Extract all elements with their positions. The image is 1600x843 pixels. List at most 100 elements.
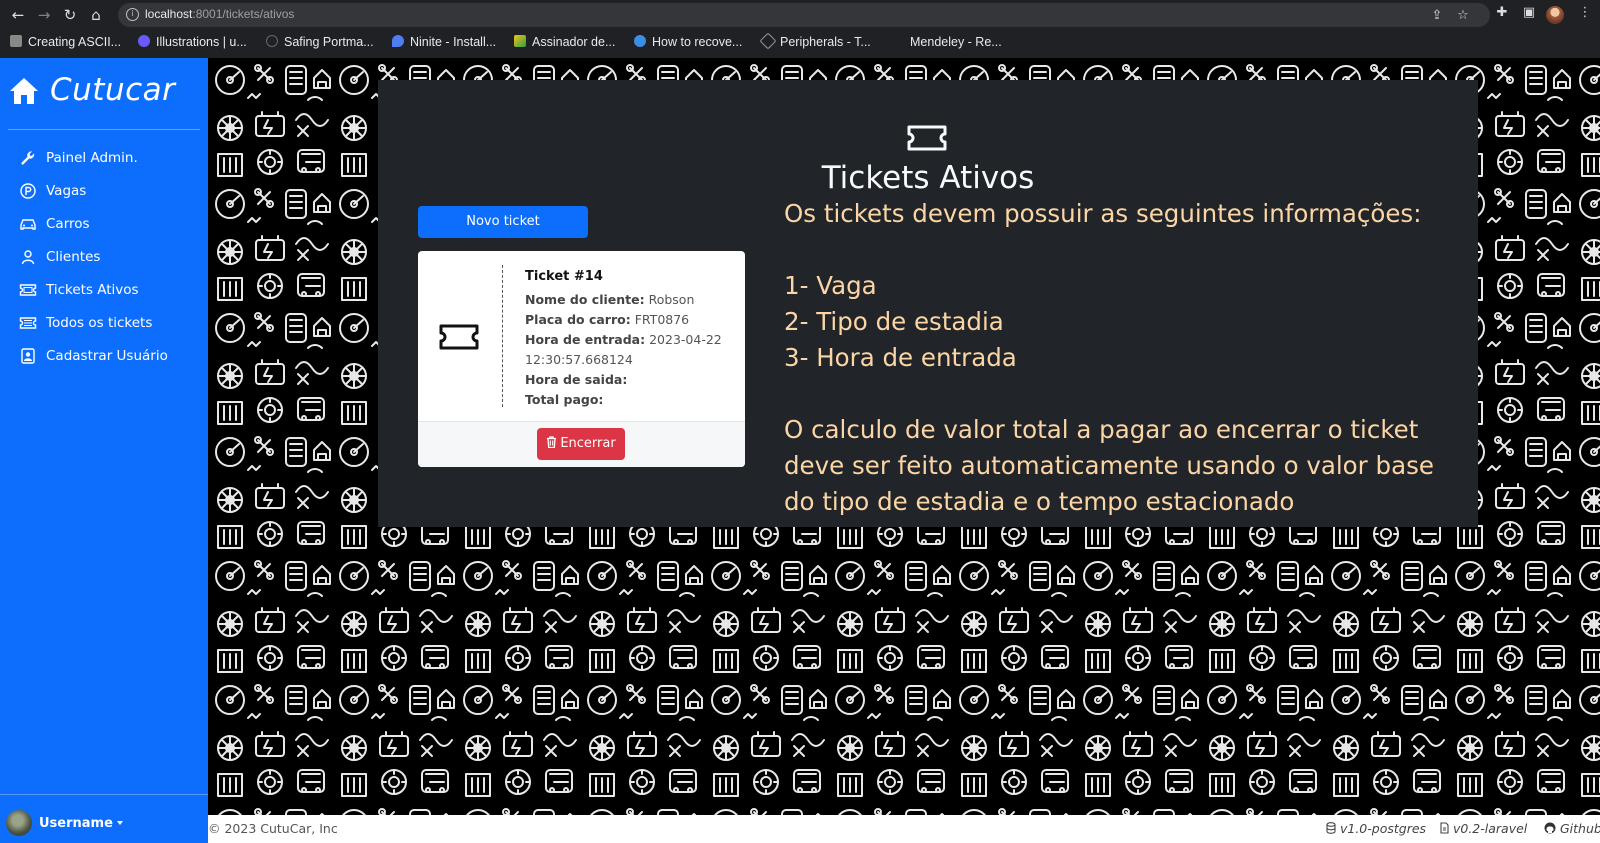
info-intro: Os tickets devem possuir as seguintes in…	[784, 199, 1422, 228]
trash-icon	[547, 436, 557, 449]
side-panel-icon[interactable]: ▣	[1520, 5, 1538, 20]
sidebar-item-painel-admin[interactable]: Painel Admin.	[18, 145, 138, 171]
plate-value: FRT0876	[634, 312, 690, 327]
sidebar-item-label: Cadastrar Usuário	[46, 348, 168, 364]
browser-toolbar: ← → ↻ ⌂ i localhost:8001/tickets/ativos …	[0, 0, 1600, 30]
sidebar-item-label: Carros	[46, 216, 90, 232]
exit-label: Hora de saida:	[525, 372, 628, 387]
sidebar-item-carros[interactable]: Carros	[18, 211, 90, 237]
end-ticket-label: Encerrar	[560, 436, 616, 451]
bookmark-favicon-icon	[392, 35, 404, 47]
new-ticket-button[interactable]: Novo ticket	[418, 206, 588, 238]
brand-name: Cutucar	[50, 72, 176, 108]
share-icon[interactable]: ⇪	[1429, 8, 1445, 23]
bookmark-favicon-icon	[10, 35, 22, 47]
site-info-icon[interactable]: i	[126, 8, 139, 21]
page-title: Tickets Ativos	[821, 160, 1035, 196]
github-icon	[1544, 822, 1556, 834]
paid-row: Total pago:	[525, 390, 735, 410]
ticket-icon	[439, 324, 479, 350]
app-version[interactable]: v0.2-laravel	[1440, 821, 1527, 836]
reload-icon[interactable]: ↻	[60, 5, 80, 25]
menu-icon[interactable]: ⋮	[1576, 5, 1594, 20]
info-item: 2- Tipo de estadia	[784, 307, 1004, 336]
ticket-icon	[907, 125, 947, 151]
paid-label: Total pago:	[525, 392, 604, 407]
back-icon[interactable]: ←	[8, 5, 28, 25]
client-value: Robson	[648, 292, 695, 307]
bookmark-favicon-icon	[514, 35, 526, 47]
exit-row: Hora de saida:	[525, 370, 735, 390]
info-text: Os tickets devem possuir as seguintes in…	[784, 196, 1464, 520]
chevron-down-icon	[116, 821, 123, 825]
bookmark-item[interactable]: How to recove...	[634, 35, 742, 49]
url-text[interactable]: localhost:8001/tickets/ativos	[145, 7, 294, 21]
house-icon	[10, 78, 38, 104]
sidebar-item-label: Tickets Ativos	[46, 282, 139, 298]
info-item: 1- Vaga	[784, 271, 877, 300]
bookmark-item[interactable]: Creating ASCII...	[10, 35, 121, 49]
info-note: O calculo de valor total a pagar ao ence…	[784, 415, 1434, 516]
sidebar-divider	[0, 794, 208, 795]
user-menu[interactable]: Username	[6, 810, 123, 836]
sidebar-item-cadastrar-usuario[interactable]: Cadastrar Usuário	[18, 343, 168, 369]
sidebar-item-label: Painel Admin.	[46, 150, 138, 166]
db-version[interactable]: v1.0-postgres	[1326, 821, 1426, 836]
copyright: © 2023 CutuCar, Inc	[208, 821, 338, 836]
home-icon[interactable]: ⌂	[86, 5, 106, 25]
ticket-details: Ticket #14 Nome do cliente: Robson Placa…	[525, 267, 735, 410]
car-icon	[18, 216, 38, 232]
ticket-divider	[502, 265, 503, 407]
ticket-footer: Encerrar	[418, 421, 745, 467]
wrench-icon	[18, 150, 38, 166]
sidebar-item-label: Clientes	[46, 249, 101, 265]
sidebar-divider	[8, 129, 200, 130]
bookmark-item[interactable]: Assinador de...	[514, 35, 615, 49]
sidebar-item-clientes[interactable]: Clientes	[18, 244, 100, 270]
sidebar-item-tickets-ativos[interactable]: Tickets Ativos	[18, 277, 139, 303]
ticket-card: Ticket #14 Nome do cliente: Robson Placa…	[418, 251, 745, 467]
end-ticket-button[interactable]: Encerrar	[537, 428, 625, 460]
client-label: Nome do cliente:	[525, 292, 645, 307]
entry-row: Hora de entrada: 2023-04-22 12:30:57.668…	[525, 330, 735, 370]
client-row: Nome do cliente: Robson	[525, 290, 735, 310]
parking-icon	[18, 183, 38, 199]
ticket-icon	[18, 282, 38, 298]
bookmark-favicon-icon	[634, 35, 646, 47]
plate-label: Placa do carro:	[525, 312, 631, 327]
avatar	[6, 810, 32, 836]
sidebar-item-label: Vagas	[46, 183, 87, 199]
profile-avatar[interactable]	[1546, 6, 1564, 24]
footer: © 2023 CutuCar, Inc v1.0-postgres v0.2-l…	[208, 815, 1600, 843]
sidebar: Cutucar Painel Admin. Vagas Carros Clien…	[0, 58, 208, 843]
username: Username	[39, 815, 113, 831]
sidebar-item-label: Todos os tickets	[46, 315, 153, 331]
bookmark-item[interactable]: Mendeley - Re...	[892, 35, 1002, 49]
bookmark-star-icon[interactable]: ☆	[1455, 8, 1471, 23]
bookmarks-bar: Creating ASCII... Illustrations | u... S…	[0, 30, 1600, 58]
plate-row: Placa do carro: FRT0876	[525, 310, 735, 330]
sidebar-item-vagas[interactable]: Vagas	[18, 178, 86, 204]
content-panel: Tickets Ativos Novo ticket Ticket #14 No…	[378, 80, 1478, 527]
database-icon	[1326, 822, 1336, 834]
entry-label: Hora de entrada:	[525, 332, 646, 347]
file-icon	[1440, 822, 1449, 834]
bookmark-favicon-icon	[266, 35, 278, 47]
bookmark-item[interactable]: Ninite - Install...	[392, 35, 496, 49]
info-item: 3- Hora de entrada	[784, 343, 1017, 372]
bookmark-favicon-icon	[138, 35, 150, 47]
person-icon	[18, 249, 38, 265]
extensions-icon[interactable]: ✚	[1493, 5, 1511, 20]
ticket-title: Ticket #14	[525, 269, 603, 284]
github-link[interactable]: Github	[1544, 821, 1600, 836]
ticket-icon	[18, 315, 38, 331]
user-badge-icon	[18, 348, 38, 364]
bookmark-favicon-icon	[759, 32, 777, 50]
bookmark-item[interactable]: Illustrations | u...	[138, 35, 247, 49]
sidebar-item-todos-os-tickets[interactable]: Todos os tickets	[18, 310, 152, 336]
address-bar[interactable]: i localhost:8001/tickets/ativos ⇪ ☆	[118, 3, 1490, 27]
forward-icon[interactable]: →	[34, 5, 54, 25]
bookmark-item[interactable]: Peripherals - T...	[759, 32, 871, 50]
bookmark-favicon-icon	[892, 35, 904, 47]
bookmark-item[interactable]: Safing Portma...	[266, 35, 374, 49]
